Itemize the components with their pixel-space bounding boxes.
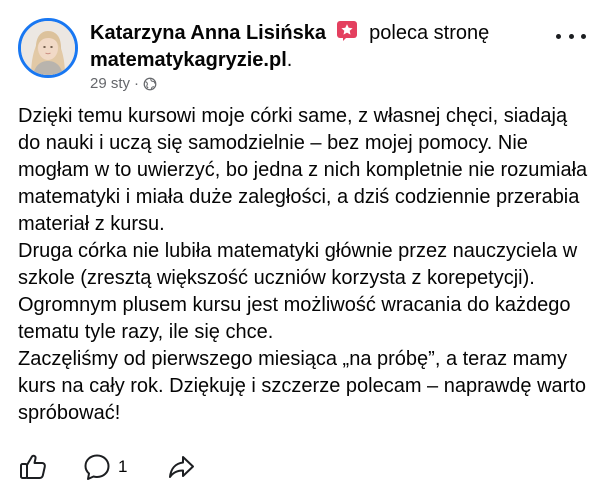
post-body: Dzięki temu kursowi moje córki same, z w… [18, 103, 588, 427]
share-icon [169, 456, 194, 478]
meta-separator: · [134, 75, 140, 92]
comment-count: 1 [118, 457, 128, 476]
recommends-text: poleca stronę [369, 22, 490, 44]
review-post: Katarzyna Anna Lisińska poleca stronę ma… [0, 0, 600, 492]
share-button[interactable] [166, 451, 196, 483]
post-paragraph: Dzięki temu kursowi moje córki same, z w… [18, 105, 588, 235]
page-name-link[interactable]: matematykagryzie.pl [90, 49, 287, 71]
more-options-dot [581, 33, 586, 39]
page-line: matematykagryzie.pl. [90, 46, 530, 74]
post-title-line: Katarzyna Anna Lisińska poleca stronę [90, 20, 530, 46]
post-paragraph: Zaczęliśmy od pierwszego miesiąca „na pr… [18, 348, 587, 424]
comment-icon [84, 454, 110, 480]
more-options-dot [556, 33, 561, 39]
author-name[interactable]: Katarzyna Anna Lisińska [90, 22, 326, 44]
page-name-suffix: . [286, 49, 293, 71]
post-paragraph: Ogromnym plusem kursu jest możliwość wra… [18, 294, 571, 343]
post-header: Katarzyna Anna Lisińska poleca stronę ma… [18, 18, 590, 98]
more-options-dot [568, 33, 574, 39]
more-options-button[interactable] [556, 28, 586, 44]
like-button[interactable] [18, 451, 48, 483]
comment-button[interactable]: 1 [82, 451, 127, 483]
post-date[interactable]: 29 sty [90, 74, 130, 94]
post-meta: 29 sty · [90, 74, 530, 94]
post-paragraph: Druga córka nie lubiła matematyki główni… [18, 240, 578, 289]
post-actions: 1 [18, 451, 318, 483]
avatar-image [21, 21, 75, 75]
globe-icon [143, 77, 157, 91]
author-avatar[interactable] [18, 18, 78, 78]
post-header-text: Katarzyna Anna Lisińska poleca stronę ma… [90, 20, 530, 94]
recommend-star-icon [336, 21, 357, 41]
thumbs-up-icon [20, 454, 46, 479]
